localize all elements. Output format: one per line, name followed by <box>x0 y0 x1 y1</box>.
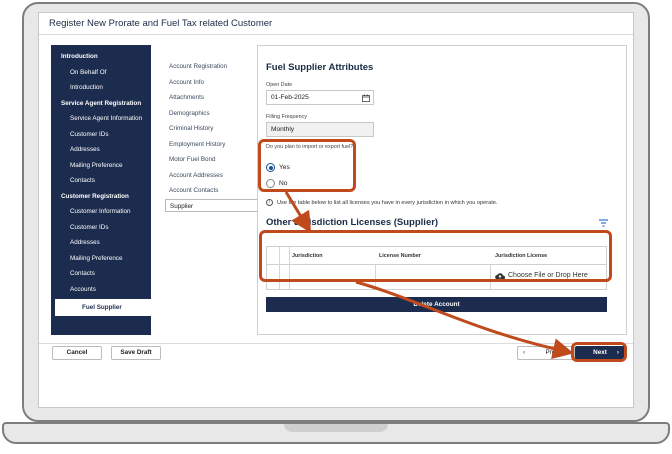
annotation-arrows <box>284 191 574 359</box>
arrow-to-next <box>355 280 574 359</box>
arrow-to-table <box>284 191 312 234</box>
